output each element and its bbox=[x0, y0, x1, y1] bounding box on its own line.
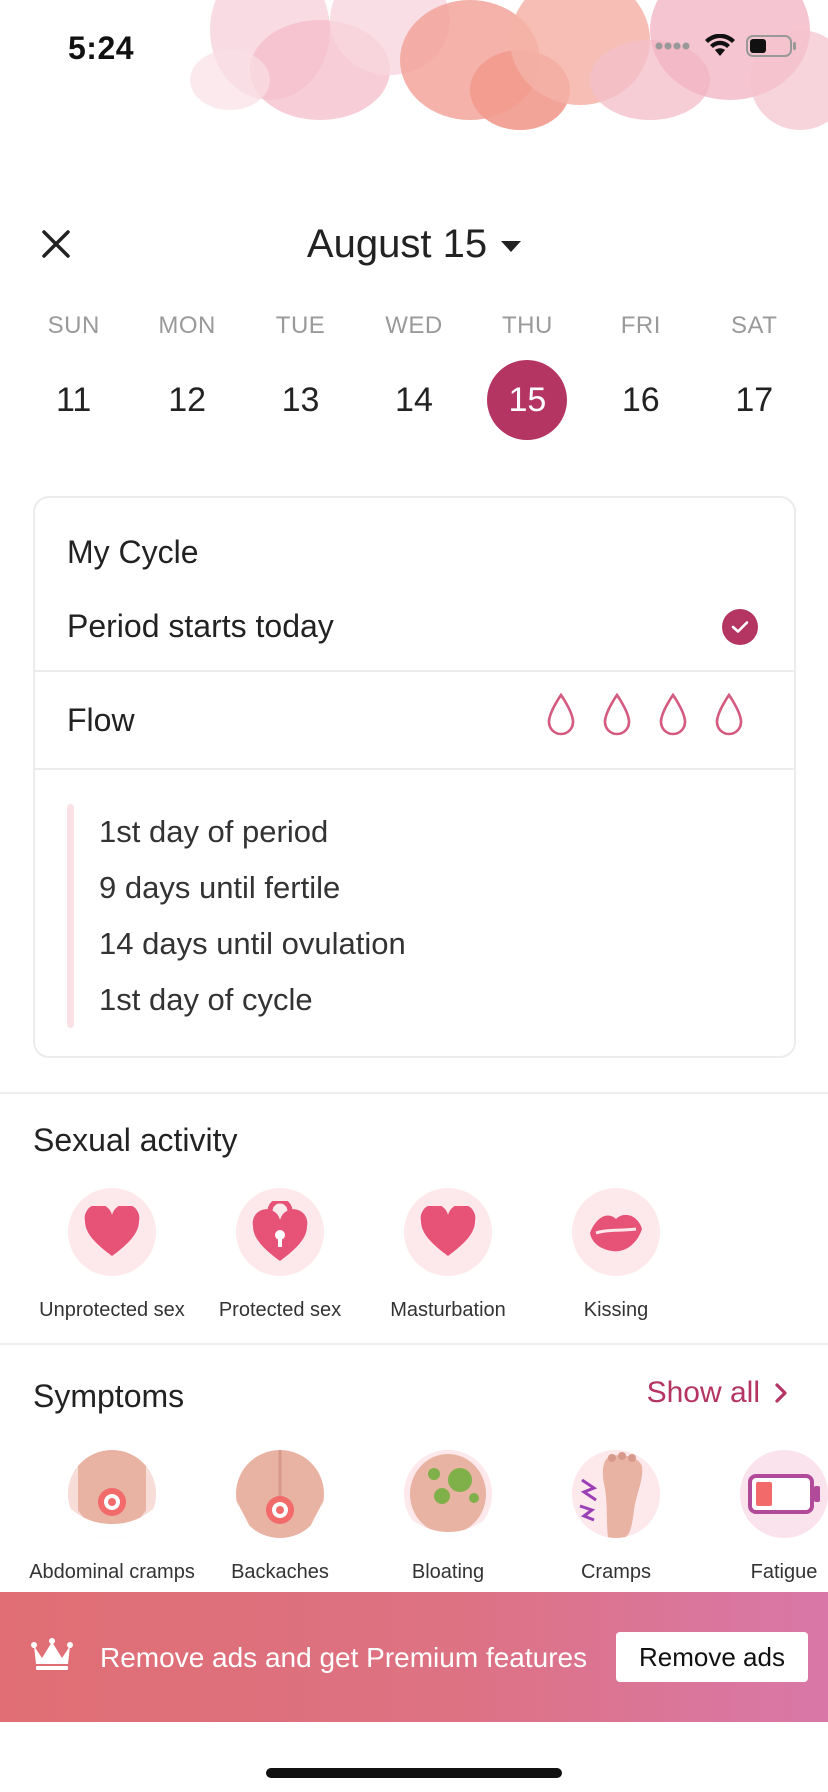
drop-icon[interactable] bbox=[714, 692, 744, 736]
option-label: Protected sex bbox=[218, 1299, 342, 1321]
cycle-info-item: 1st day of cycle bbox=[99, 982, 313, 1017]
home-indicator bbox=[266, 1768, 562, 1778]
info-accent-bar bbox=[67, 804, 74, 1028]
day-wed[interactable]: WED 14 bbox=[357, 312, 470, 442]
option-label: Abdominal cramps bbox=[29, 1561, 195, 1583]
wifi-icon bbox=[705, 34, 735, 56]
drop-icon[interactable] bbox=[546, 692, 576, 736]
status-icons bbox=[654, 34, 798, 58]
checkmark-icon bbox=[722, 608, 758, 645]
drop-icon[interactable] bbox=[602, 692, 632, 736]
symptom-backaches[interactable]: Backaches bbox=[196, 1450, 364, 1584]
period-starts-toggle[interactable]: Period starts today bbox=[67, 608, 758, 645]
show-all-label: Show all bbox=[646, 1376, 760, 1409]
page-title: August 15 bbox=[306, 222, 488, 266]
divider bbox=[35, 670, 794, 672]
day-of-week-label: MON bbox=[158, 312, 216, 339]
masturbation-option[interactable]: Masturbation bbox=[364, 1188, 532, 1322]
divider bbox=[35, 768, 794, 770]
cycle-info-item: 14 days until ovulation bbox=[99, 926, 406, 961]
section-divider bbox=[0, 1092, 828, 1094]
drop-icon[interactable] bbox=[658, 692, 688, 736]
day-number: 12 bbox=[168, 380, 207, 419]
date-picker-dropdown[interactable]: August 15 bbox=[0, 222, 828, 267]
battery-icon bbox=[746, 35, 796, 57]
symptom-bloating[interactable]: Bloating bbox=[364, 1450, 532, 1584]
status-bar: 5:24 bbox=[0, 0, 828, 100]
day-fri[interactable]: FRI 16 bbox=[584, 312, 697, 442]
option-label: Cramps bbox=[580, 1561, 651, 1583]
day-tue[interactable]: TUE 13 bbox=[244, 312, 357, 442]
day-of-week-label: TUE bbox=[275, 312, 326, 339]
card-title: My Cycle bbox=[67, 534, 199, 570]
crown-icon bbox=[31, 1638, 73, 1670]
kissing-option[interactable]: Kissing bbox=[532, 1188, 700, 1322]
period-starts-label: Period starts today bbox=[67, 608, 334, 644]
date-header: August 15 bbox=[0, 210, 828, 280]
day-of-week-label: FRI bbox=[620, 312, 661, 339]
heart-icon bbox=[68, 1188, 156, 1276]
caret-down-icon bbox=[501, 241, 522, 252]
day-number: 15 bbox=[487, 360, 568, 440]
option-label: Backaches bbox=[231, 1561, 329, 1583]
symptoms-title: Symptoms bbox=[33, 1378, 185, 1414]
status-time: 5:24 bbox=[68, 30, 135, 66]
symptom-cramps[interactable]: Cramps bbox=[532, 1450, 700, 1584]
day-of-week-label: SUN bbox=[47, 312, 100, 339]
day-sat[interactable]: SAT 17 bbox=[698, 312, 811, 442]
option-label: Fatigue bbox=[750, 1561, 818, 1583]
option-label: Bloating bbox=[411, 1561, 485, 1583]
remove-ads-button[interactable]: Remove ads bbox=[616, 1632, 808, 1682]
banner-text: Remove ads and get Premium features bbox=[100, 1642, 588, 1673]
backaches-icon bbox=[236, 1450, 324, 1538]
lips-icon bbox=[572, 1188, 660, 1276]
my-cycle-card: My Cycle Period starts today Flow 1st da… bbox=[33, 496, 796, 1058]
abdominal-cramps-icon bbox=[68, 1450, 156, 1538]
section-divider bbox=[0, 1343, 828, 1345]
cycle-info-item: 9 days until fertile bbox=[99, 870, 341, 905]
day-number: 11 bbox=[56, 380, 92, 419]
day-sun[interactable]: SUN 11 bbox=[17, 312, 130, 442]
day-of-week-label: THU bbox=[501, 312, 553, 339]
sexual-activity-title: Sexual activity bbox=[33, 1122, 238, 1158]
unprotected-sex-option[interactable]: Unprotected sex bbox=[28, 1188, 196, 1322]
bloating-icon bbox=[404, 1450, 492, 1538]
cycle-info-item: 1st day of period bbox=[99, 814, 329, 849]
flow-label: Flow bbox=[67, 702, 135, 738]
protected-sex-option[interactable]: Protected sex bbox=[196, 1188, 364, 1322]
symptom-fatigue[interactable]: Fatigue bbox=[700, 1450, 828, 1584]
flow-selector bbox=[546, 692, 744, 736]
week-strip: SUN 11 MON 12 TUE 13 WED 14 THU 15 FRI 1… bbox=[17, 312, 811, 442]
heart-icon bbox=[404, 1188, 492, 1276]
option-label: Masturbation bbox=[390, 1299, 506, 1321]
day-mon[interactable]: MON 12 bbox=[130, 312, 243, 442]
show-all-link[interactable]: Show all bbox=[647, 1376, 788, 1410]
day-number: 17 bbox=[735, 380, 774, 419]
heart-lock-icon bbox=[236, 1188, 324, 1276]
option-label: Kissing bbox=[583, 1299, 649, 1321]
chevron-right-icon bbox=[775, 1383, 787, 1403]
day-number: 13 bbox=[281, 380, 320, 419]
day-number: 16 bbox=[621, 380, 660, 419]
day-of-week-label: WED bbox=[385, 312, 443, 339]
option-label: Unprotected sex bbox=[39, 1299, 185, 1321]
foot-cramps-icon bbox=[572, 1450, 660, 1538]
symptom-abdominal-cramps[interactable]: Abdominal cramps bbox=[28, 1450, 196, 1584]
day-thu-selected[interactable]: THU 15 bbox=[471, 312, 584, 442]
low-battery-icon bbox=[740, 1450, 828, 1538]
day-number: 14 bbox=[395, 380, 433, 419]
signal-icon bbox=[655, 42, 690, 50]
premium-banner: Remove ads and get Premium features Remo… bbox=[0, 1592, 828, 1722]
day-of-week-label: SAT bbox=[731, 312, 778, 339]
